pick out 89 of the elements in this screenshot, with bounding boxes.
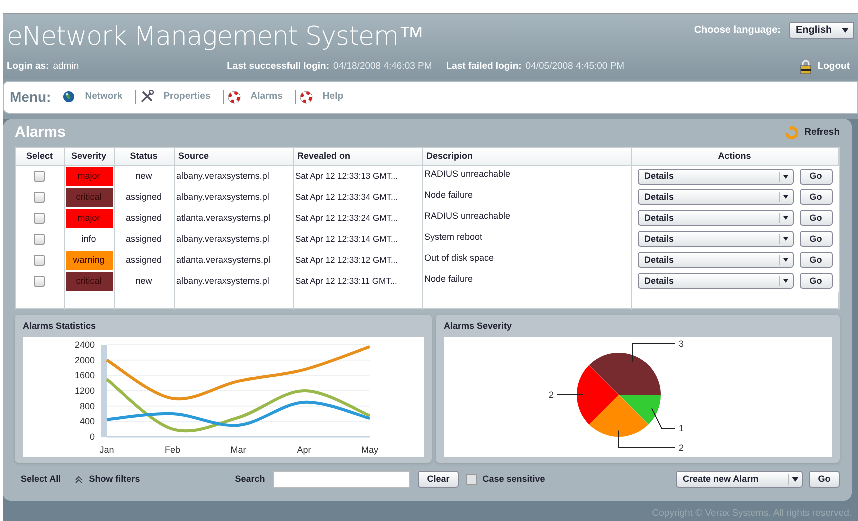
- go-button[interactable]: Go: [809, 471, 840, 488]
- checkbox[interactable]: [34, 212, 46, 224]
- tools-icon[interactable]: [140, 90, 154, 104]
- checkbox[interactable]: [466, 474, 477, 486]
- table-cell: Sat Apr 12 12:33:11 GMT...: [293, 270, 422, 292]
- data-label: 2: [679, 442, 684, 453]
- panel-title: Alarms: [15, 122, 66, 142]
- padlock-icon[interactable]: [800, 60, 812, 74]
- last-success-label: Last successfull login:: [227, 60, 330, 74]
- checkbox[interactable]: [34, 234, 46, 245]
- tick-label: 2400: [74, 340, 95, 350]
- tick-label: Apr: [297, 444, 312, 455]
- last-failed-label: Last failed login:: [446, 60, 522, 74]
- refresh-link[interactable]: Refresh: [804, 126, 840, 140]
- create-alarm-select[interactable]: Create new Alarm: [676, 471, 803, 488]
- data-label: 1: [679, 423, 684, 434]
- severity-badge: major: [66, 208, 112, 228]
- caret-icon: [783, 237, 789, 242]
- show-filters-link[interactable]: Show filters: [89, 473, 140, 486]
- go-button[interactable]: Go: [800, 231, 832, 248]
- severity-badge: warning: [66, 250, 112, 270]
- action-select[interactable]: Details: [638, 189, 794, 206]
- tick-label: Feb: [165, 444, 180, 455]
- action-select[interactable]: Details: [638, 210, 794, 226]
- caret-icon: [783, 258, 789, 262]
- severity-badge: critical: [66, 272, 112, 291]
- caret-icon: [783, 279, 789, 284]
- login-user: admin: [53, 60, 80, 74]
- lifebuoy-icon[interactable]: [228, 90, 241, 104]
- column-header: Descripion: [426, 150, 474, 161]
- tick-label: 1200: [74, 386, 95, 396]
- app-title: eNetwork Management System™: [7, 20, 424, 54]
- tick-label: Jan: [100, 444, 114, 455]
- lifebuoy-icon[interactable]: [300, 90, 313, 104]
- select-all-link[interactable]: Select All: [21, 473, 62, 486]
- caret-icon: [792, 477, 799, 482]
- column-header: Select: [26, 150, 54, 161]
- tick-label: Mar: [230, 444, 246, 455]
- action-select[interactable]: Details: [638, 252, 794, 268]
- checkbox[interactable]: [34, 192, 46, 203]
- checkbox[interactable]: [34, 276, 46, 287]
- column-header: Revealed on: [298, 150, 351, 161]
- chevron-up-icon[interactable]: [75, 476, 84, 484]
- go-button[interactable]: Go: [800, 252, 832, 268]
- case-sensitive-label: Case sensitive: [482, 473, 546, 486]
- go-button[interactable]: Go: [800, 168, 832, 184]
- leader-line: [556, 394, 584, 396]
- leader-line: [632, 343, 676, 362]
- search-field[interactable]: [273, 471, 410, 488]
- language-label: Choose language:: [694, 24, 781, 38]
- column-header: Status: [130, 150, 158, 161]
- last-success-value: 04/18/2008 4:46:03 PM: [334, 60, 432, 74]
- tick-label: 400: [80, 416, 95, 426]
- go-button[interactable]: Go: [800, 210, 832, 226]
- caret-icon: [842, 28, 849, 33]
- checkbox[interactable]: [34, 254, 46, 266]
- data-label: 3: [679, 338, 684, 349]
- tick-label: 0: [90, 432, 95, 442]
- go-button[interactable]: Go: [800, 189, 832, 206]
- search-label: Search: [235, 473, 266, 486]
- login-label: Login as:: [7, 60, 50, 74]
- chart-title: Alarms Severity: [444, 320, 514, 333]
- menu-label: Menu:: [10, 88, 52, 107]
- column-header: Severity: [71, 150, 107, 161]
- table-cell: albany.veraxsystems.pl: [174, 270, 293, 292]
- action-select[interactable]: Details: [638, 168, 794, 184]
- last-failed-value: 04/05/2008 4:45:00 PM: [526, 60, 625, 74]
- tick-label: May: [362, 444, 378, 455]
- column-header: Actions: [718, 150, 752, 161]
- action-select[interactable]: Details: [638, 273, 794, 290]
- column-header: Source: [178, 150, 210, 161]
- caret-icon: [783, 174, 789, 178]
- caret-icon: [783, 195, 789, 200]
- checkbox[interactable]: [34, 171, 46, 182]
- table-cell: Node failure: [422, 270, 631, 292]
- clear-button[interactable]: Clear: [418, 471, 459, 488]
- severity-badge: critical: [66, 188, 112, 207]
- go-button[interactable]: Go: [800, 273, 832, 290]
- tick-label: 2000: [74, 355, 95, 366]
- data-label: 2: [548, 390, 554, 400]
- language-select[interactable]: English: [789, 22, 854, 39]
- chart-title: Alarms Statistics: [23, 320, 98, 333]
- tick-label: 800: [80, 401, 95, 412]
- globe-icon[interactable]: [63, 91, 76, 104]
- caret-icon: [783, 216, 789, 220]
- tick-label: 1600: [74, 370, 95, 380]
- action-select[interactable]: Details: [638, 231, 794, 248]
- table-cell: new: [114, 270, 174, 292]
- severity-badge: major: [66, 167, 112, 186]
